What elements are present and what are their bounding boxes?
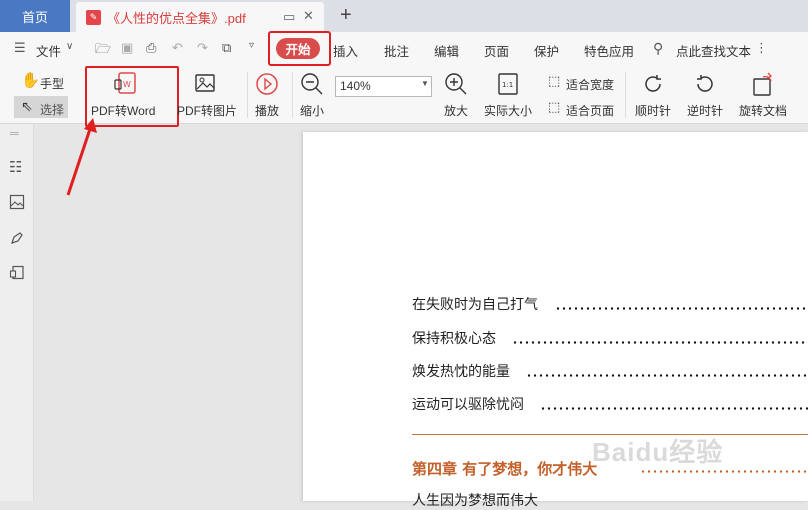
search-text[interactable]: 点此查找文本 — [676, 41, 751, 60]
divider — [292, 72, 293, 118]
more-options-icon[interactable]: ⋮ — [755, 40, 768, 56]
rotate-cw-icon — [641, 72, 665, 99]
tab-page[interactable]: 页面 — [484, 41, 509, 60]
undo-icon[interactable]: ↶ — [172, 40, 183, 56]
sidebar-collapse-icon[interactable]: ═ — [10, 126, 19, 140]
hamburger-icon[interactable]: ☰ — [14, 40, 26, 56]
redo-icon[interactable]: ↷ — [197, 40, 208, 56]
toc-entry[interactable]: 保持积极心态 — [412, 328, 496, 348]
hand-icon: ✋ — [21, 72, 40, 89]
outline-icon[interactable]: ☷ — [9, 158, 22, 176]
pdf-to-image-button[interactable]: PDF转图片 — [177, 102, 237, 119]
fit-width-icon: ⬚ — [548, 73, 561, 88]
pdf-to-image-icon — [194, 72, 216, 97]
document-tab-title: 《人性的优点全集》.pdf — [107, 10, 246, 26]
search-icon[interactable]: ⚲ — [653, 40, 663, 57]
toc-entry[interactable]: 在失败时为自己打气 — [412, 294, 538, 314]
hand-tool[interactable]: 手型 — [40, 75, 64, 92]
chapter-heading[interactable]: 第四章 有了梦想，你才伟大 — [412, 458, 597, 479]
start-tab-highlight — [268, 31, 331, 66]
rotate-counterclockwise-button[interactable]: 逆时针 — [687, 102, 723, 119]
tab-features[interactable]: 特色应用 — [584, 41, 634, 60]
toc-entry-partial[interactable]: 人生因为梦想而伟大 — [412, 490, 538, 510]
fit-width-button[interactable]: 适合宽度 — [566, 76, 614, 93]
zoom-out-button[interactable]: 缩小 — [300, 102, 324, 119]
rotate-document-button[interactable]: 旋转文档 — [739, 102, 787, 119]
tab-close-icon[interactable]: ✕ — [303, 8, 314, 24]
rotate-clockwise-button[interactable]: 顺时针 — [635, 102, 671, 119]
toc-leader-dots — [526, 374, 808, 377]
thumbnail-icon[interactable] — [9, 194, 25, 213]
actual-size-button[interactable]: 实际大小 — [484, 102, 532, 119]
toc-entry[interactable]: 运动可以驱除忧闷 — [412, 394, 524, 414]
tab-protect[interactable]: 保护 — [534, 41, 559, 60]
annotation-icon[interactable] — [9, 230, 25, 249]
save-icon[interactable]: ▣ — [121, 40, 133, 56]
cursor-icon: ⇖ — [21, 98, 33, 114]
rotate-ccw-icon — [693, 72, 717, 99]
play-button[interactable]: 播放 — [255, 102, 279, 119]
toc-leader-dots — [555, 307, 808, 310]
toc-leader-dots — [512, 341, 808, 344]
toc-leader-dots — [540, 407, 808, 410]
tab-home[interactable]: 首页 — [0, 0, 70, 32]
pdf-file-icon: ✎ — [86, 9, 101, 25]
tab-float-icon[interactable]: ▭ — [283, 9, 295, 25]
tab-annotate[interactable]: 批注 — [384, 41, 409, 60]
zoom-dropdown-arrow-icon[interactable]: ▼ — [421, 79, 429, 88]
actual-size-icon: 1:1 — [497, 72, 519, 99]
more-dropdown-icon[interactable]: ▿ — [249, 40, 254, 51]
watermark: Baidu经验 — [592, 437, 724, 467]
zoom-in-button[interactable]: 放大 — [444, 102, 468, 119]
divider — [247, 72, 248, 118]
chapter-leader-dots — [640, 470, 808, 473]
left-sidebar — [0, 124, 34, 501]
fit-page-icon: ⬚ — [548, 99, 561, 114]
pdf-page — [303, 132, 808, 501]
chevron-down-icon[interactable]: ∨ — [66, 41, 73, 52]
zoom-in-icon — [444, 72, 468, 99]
toc-entry[interactable]: 焕发热忱的能量 — [412, 361, 510, 381]
tab-edit[interactable]: 编辑 — [434, 41, 459, 60]
open-folder-icon[interactable]: 🗁 — [95, 40, 111, 62]
fit-page-button[interactable]: 适合页面 — [566, 102, 614, 119]
red-arrow-annotation — [66, 118, 97, 196]
zoom-out-icon — [300, 72, 324, 99]
menu-file[interactable]: 文件 — [36, 41, 61, 60]
convert-doc-icon[interactable] — [9, 265, 25, 284]
new-tab-button[interactable]: + — [340, 4, 352, 27]
tab-insert[interactable]: 插入 — [333, 41, 358, 60]
zoom-select[interactable]: 140% — [335, 76, 432, 97]
svg-text:1:1: 1:1 — [502, 81, 513, 89]
print-icon[interactable]: ⎙ — [146, 40, 156, 56]
divider — [625, 72, 626, 118]
convert-icon[interactable]: ⧉ — [222, 40, 231, 56]
rotate-document-icon — [751, 71, 775, 100]
play-icon — [255, 72, 279, 99]
